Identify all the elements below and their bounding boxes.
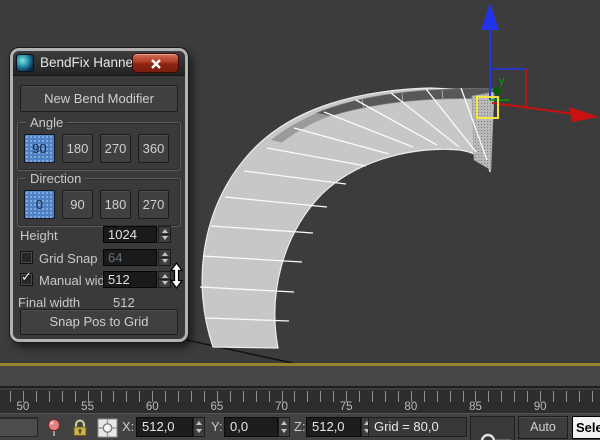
ruler-tick: [35, 391, 37, 402]
ruler-tick: [100, 391, 102, 402]
ruler-tick: [242, 391, 244, 402]
height-label: Height: [20, 228, 58, 243]
ruler-tick: [553, 391, 555, 402]
ruler-tick: [113, 391, 115, 402]
manual-width-checkbox[interactable]: ✓: [20, 270, 33, 286]
close-button[interactable]: [132, 53, 179, 73]
y-coordinate-spinner[interactable]: [278, 417, 290, 437]
angle-group: Angle 90 180 270 360: [17, 115, 181, 171]
ruler-tick: [591, 391, 593, 402]
ruler-tick: [294, 391, 296, 402]
z-coordinate-field[interactable]: 512,0: [306, 417, 361, 437]
y-axis-arrowhead[interactable]: [493, 87, 501, 95]
z-axis-arrowhead[interactable]: [481, 3, 499, 30]
ruler-tick: [359, 391, 361, 402]
ruler-tick-label: 75: [339, 401, 353, 413]
selected-dropdown-button[interactable]: Select: [572, 416, 600, 439]
ruler-tick-label: 60: [145, 401, 159, 413]
dialog-titlebar[interactable]: BendFix Hannes: [13, 51, 185, 76]
final-width-label: Final width: [18, 295, 81, 310]
ruler-tick-label: 80: [404, 401, 418, 413]
ruler-tick: [372, 391, 374, 402]
direction-group-label: Direction: [26, 171, 86, 186]
timeline-ruler[interactable]: 50 55 60 65 70 75 80 85 90: [0, 390, 600, 413]
ruler-tick: [126, 391, 128, 402]
absolute-mode-icon[interactable]: [97, 418, 118, 438]
manual-width-field[interactable]: 512: [103, 271, 157, 288]
x-coordinate-label: X:: [122, 419, 135, 434]
prompt-field[interactable]: [0, 417, 38, 437]
grid-snap-spinner[interactable]: [158, 249, 171, 266]
close-x-icon: [151, 59, 161, 69]
grid-snap-checkbox[interactable]: [20, 251, 33, 264]
angle-360-button[interactable]: 360: [138, 134, 169, 163]
status-bar: X: 512,0 Y: 0,0 Z: 512,0 Grid = 80,0 Aut…: [0, 413, 600, 440]
ruler-tick: [488, 391, 490, 402]
x-axis-arrow[interactable]: [491, 102, 576, 115]
x-axis-arrowhead[interactable]: [569, 107, 599, 122]
max-logo-icon: [16, 54, 34, 72]
ruler-tick: [449, 391, 451, 402]
key-icon: [480, 433, 511, 440]
pushpin-icon[interactable]: [45, 418, 63, 437]
direction-90-button[interactable]: 90: [62, 190, 93, 219]
checkmark-icon: ✓: [21, 270, 32, 285]
ruler-tick: [48, 391, 50, 402]
max-application-window: y BendFix Hannes New Bend Modifier Angle…: [0, 0, 600, 440]
height-spinner[interactable]: [158, 226, 171, 243]
direction-270-button[interactable]: 270: [138, 190, 169, 219]
selection-lock-icon[interactable]: [71, 418, 89, 437]
direction-0-button[interactable]: 0: [24, 190, 55, 219]
ruler-tick: [320, 391, 322, 402]
ruler-tick: [436, 391, 438, 402]
ruler-tick: [423, 391, 425, 402]
ruler-tick: [61, 391, 63, 402]
track-bar[interactable]: [0, 366, 600, 388]
y-axis-label: y: [499, 75, 505, 87]
ruler-tick: [501, 391, 503, 402]
ruler-tick: [165, 391, 167, 402]
z-coordinate-label: Z:: [294, 419, 306, 434]
ruler-tick-label: 70: [275, 401, 288, 413]
angle-90-button[interactable]: 90: [24, 134, 55, 163]
bent-mesh[interactable]: [199, 87, 495, 349]
angle-270-button[interactable]: 270: [100, 134, 131, 163]
grid-snap-label: Grid Snap: [39, 251, 98, 266]
ruler-tick: [514, 391, 516, 402]
ruler-tick-label: 85: [469, 401, 482, 413]
set-key-button[interactable]: [470, 416, 515, 440]
x-coordinate-spinner[interactable]: [193, 417, 205, 437]
ruler-tick-label: 65: [210, 401, 224, 413]
ruler-tick: [578, 391, 580, 402]
ruler-tick: [565, 391, 567, 402]
direction-180-button[interactable]: 180: [100, 190, 131, 219]
transform-gizmo[interactable]: y: [476, 3, 599, 122]
direction-group: Direction 0 90 180 270: [17, 171, 181, 227]
ruler-tick: [307, 391, 309, 402]
new-bend-modifier-button[interactable]: New Bend Modifier: [20, 85, 178, 112]
x-coordinate-field[interactable]: 512,0: [136, 417, 193, 437]
angle-group-label: Angle: [26, 115, 68, 130]
y-coordinate-label: Y:: [211, 419, 223, 434]
y-coordinate-field[interactable]: 0,0: [224, 417, 278, 437]
dialog-title: BendFix Hannes: [40, 55, 140, 70]
ruler-tick: [384, 391, 386, 402]
ruler-tick: [178, 391, 180, 402]
final-width-value: 512: [113, 295, 135, 310]
ruler-tick-label: 90: [533, 401, 547, 413]
ruler-tick-label: 55: [81, 401, 94, 413]
ruler-tick: [229, 391, 231, 402]
manual-width-spinner[interactable]: [158, 271, 171, 288]
grid-snap-field: 64: [103, 249, 157, 266]
angle-180-button[interactable]: 180: [62, 134, 93, 163]
grid-size-field: Grid = 80,0: [368, 417, 467, 437]
ruler-tick-label: 50: [16, 401, 30, 413]
bendfix-dialog: BendFix Hannes New Bend Modifier Angle 9…: [10, 48, 188, 342]
ruler-tick: [255, 391, 257, 402]
snap-pos-to-grid-button[interactable]: Snap Pos to Grid: [20, 309, 178, 335]
height-field[interactable]: 1024: [103, 226, 157, 243]
ruler-tick: [191, 391, 193, 402]
auto-key-button[interactable]: Auto Key: [518, 416, 568, 439]
